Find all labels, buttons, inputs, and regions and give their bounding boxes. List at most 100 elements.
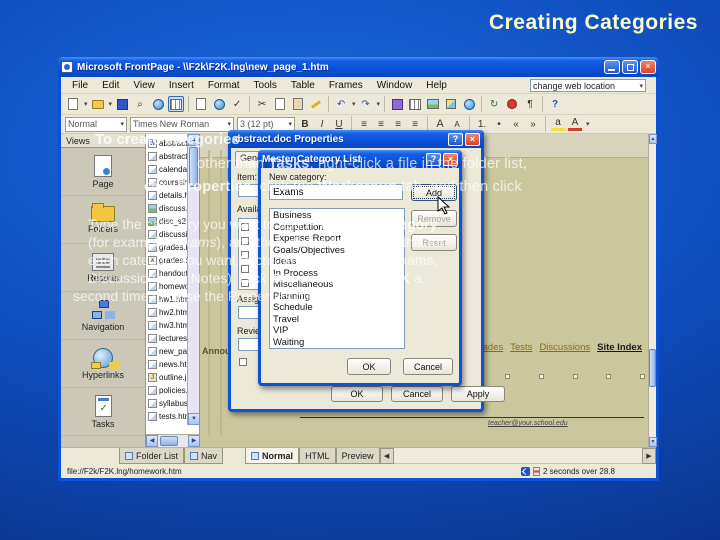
copy-button[interactable] [272, 96, 288, 112]
menu-view[interactable]: View [126, 80, 162, 91]
scroll-down-icon[interactable]: ▼ [649, 437, 657, 447]
file-row[interactable]: lectures.htm [146, 332, 188, 345]
file-row[interactable]: abstract.htm [146, 150, 188, 163]
menu-window[interactable]: Window [370, 80, 420, 91]
properties-dialog-titlebar[interactable]: abstract.doc Properties ? × [228, 130, 484, 148]
file-row[interactable]: new_page_1.htm [146, 345, 188, 358]
minimize-button[interactable] [604, 60, 620, 74]
chevron-down-icon[interactable]: ▾ [84, 100, 88, 108]
file-row[interactable]: syllabus.htm [146, 397, 188, 410]
chevron-down-icon[interactable]: ▾ [109, 100, 113, 108]
stop-button[interactable] [504, 96, 520, 112]
underline-button[interactable]: U [332, 119, 346, 130]
numbered-list-button[interactable]: 1. [475, 119, 489, 130]
page-link[interactable]: Site Index [597, 342, 642, 353]
refresh-button[interactable]: ↻ [486, 96, 502, 112]
bullet-list-button[interactable]: • [492, 119, 506, 130]
file-row[interactable]: policies.htm [146, 384, 188, 397]
file-row[interactable]: hw2.htm [146, 306, 188, 319]
italic-button[interactable]: I [315, 119, 329, 130]
category-item[interactable]: VIP [270, 325, 404, 337]
menu-help[interactable]: Help [419, 80, 454, 91]
cancel-button[interactable]: Cancel [403, 358, 453, 375]
ok-button[interactable]: OK [347, 358, 391, 375]
web-component-button[interactable] [389, 96, 405, 112]
help-button[interactable]: ? [547, 96, 563, 112]
close-button[interactable]: × [640, 60, 656, 74]
print-button[interactable] [193, 96, 209, 112]
apply-button[interactable]: Apply [451, 386, 505, 402]
bold-button[interactable]: B [298, 119, 312, 130]
undo-button[interactable]: ↶ [333, 96, 349, 112]
ok-button[interactable]: OK [331, 386, 383, 402]
scroll-right-icon[interactable]: ▶ [188, 435, 200, 447]
category-item[interactable]: Waiting [270, 337, 404, 349]
align-left-button[interactable]: ≡ [357, 119, 371, 130]
search-button[interactable]: ⌕ [132, 96, 148, 112]
window-titlebar[interactable]: Microsoft FrontPage - \\F2k\F2K.lng\new_… [58, 57, 659, 77]
view-item-tasks[interactable]: Tasks [61, 388, 145, 436]
justify-button[interactable]: ≡ [408, 119, 422, 130]
redo-button[interactable]: ↷ [358, 96, 374, 112]
view-item-hyperlinks[interactable]: Hyperlinks [61, 340, 145, 388]
align-right-button[interactable]: ≡ [391, 119, 405, 130]
cut-button[interactable]: ✂ [254, 96, 270, 112]
open-button[interactable] [90, 96, 106, 112]
restore-button[interactable] [622, 60, 638, 74]
drawing-button[interactable] [443, 96, 459, 112]
menu-tools[interactable]: Tools [247, 80, 284, 91]
page-link[interactable]: Tests [510, 342, 532, 353]
file-row[interactable]: calendar.htm [146, 163, 188, 176]
hyperlink-button[interactable] [461, 96, 477, 112]
preview-in-browser-button[interactable] [211, 96, 227, 112]
scroll-right-icon[interactable]: ▶ [642, 448, 656, 464]
align-center-button[interactable]: ≡ [374, 119, 388, 130]
font-combobox[interactable]: Times New Roman ▾ [130, 116, 234, 132]
email-link[interactable]: teacher@your.school.edu [488, 420, 568, 427]
chevron-down-icon[interactable]: ▾ [352, 100, 356, 108]
web-location-combobox[interactable]: change web location ▾ [530, 79, 646, 92]
scroll-left-icon[interactable]: ◀ [146, 435, 158, 447]
menu-frames[interactable]: Frames [322, 80, 370, 91]
scrollbar-thumb[interactable] [160, 436, 178, 446]
help-button[interactable]: ? [448, 132, 463, 146]
toggle-pane-button[interactable] [168, 96, 185, 112]
chevron-down-icon[interactable]: ▾ [586, 120, 590, 128]
menu-insert[interactable]: Insert [162, 80, 201, 91]
tab-normal-view[interactable]: Normal [245, 448, 300, 464]
save-button[interactable] [114, 96, 130, 112]
format-painter-button[interactable] [308, 96, 324, 112]
cancel-button[interactable]: Cancel [391, 386, 443, 402]
file-row[interactable]: hw3.htm [146, 319, 188, 332]
spelling-button[interactable]: ✓ [229, 96, 245, 112]
increase-indent-button[interactable]: » [526, 119, 540, 130]
category-item[interactable]: Travel [270, 314, 404, 326]
style-combobox[interactable]: Normal ▾ [65, 116, 127, 132]
editor-horizontal-scroll-track[interactable] [393, 448, 642, 464]
tab-preview-view[interactable]: Preview [335, 448, 380, 464]
menu-table[interactable]: Table [284, 80, 322, 91]
tab-html-view[interactable]: HTML [299, 448, 336, 464]
file-row[interactable]: Joutline.js [146, 371, 188, 384]
paste-button[interactable] [290, 96, 306, 112]
view-item-page[interactable]: Page [61, 148, 145, 196]
tab-navigation[interactable]: Nav [184, 448, 224, 464]
scroll-up-icon[interactable]: ▲ [649, 134, 657, 144]
new-page-button[interactable] [65, 96, 81, 112]
exclude-file-checkbox[interactable] [239, 358, 247, 366]
show-all-button[interactable]: ¶ [522, 96, 538, 112]
increase-font-button[interactable]: A [433, 118, 447, 130]
editor-vertical-scrollbar[interactable]: ▲ ▼ [648, 134, 657, 447]
publish-web-button[interactable] [150, 96, 166, 112]
decrease-font-button[interactable]: A [450, 120, 464, 129]
file-row[interactable]: tests.htm [146, 410, 188, 423]
file-row[interactable]: discuss.gif [146, 202, 188, 215]
tab-folder-list[interactable]: Folder List [119, 448, 185, 464]
menu-format[interactable]: Format [201, 80, 247, 91]
menu-edit[interactable]: Edit [95, 80, 126, 91]
file-row[interactable]: news.htm [146, 358, 188, 371]
folder-list-horizontal-scrollbar[interactable]: ◀ ▶ [146, 434, 200, 447]
scrollbar-thumb[interactable] [649, 349, 656, 387]
insert-picture-button[interactable] [425, 96, 441, 112]
decrease-indent-button[interactable]: « [509, 119, 523, 130]
